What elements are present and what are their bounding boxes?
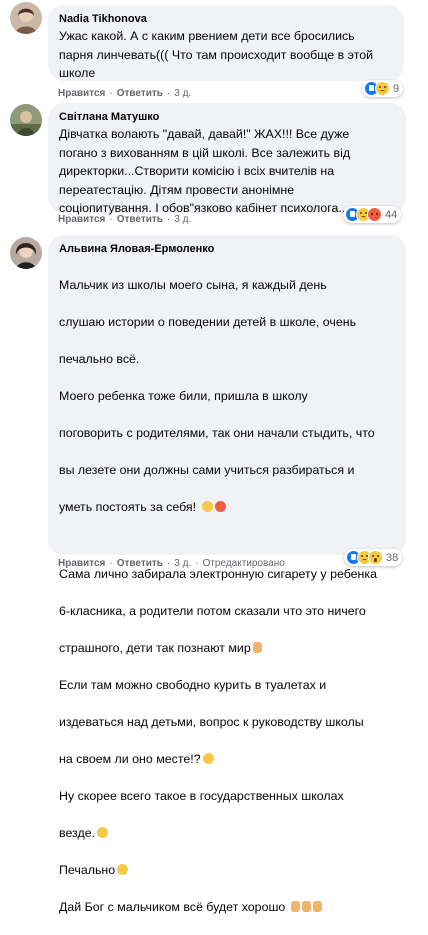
reply-link[interactable]: Ответить xyxy=(117,214,163,225)
reaction-count: 38 xyxy=(386,551,399,564)
text-line: вы лезете они должны сами учиться разбир… xyxy=(59,462,355,477)
comment-text: Ужас какой. А с каким рвением дети все б… xyxy=(59,29,374,80)
comment-actions: Нравится · Ответить · 3 д. · Отредактиро… xyxy=(58,558,285,569)
text-line: Ну скорее всего такое в государственных … xyxy=(59,789,344,803)
text-line: уметь постоять за себя! xyxy=(59,499,200,514)
text-line: Моего ребенка тоже били, пришла в школу xyxy=(59,388,308,403)
separator: · xyxy=(166,214,171,225)
text-line: Дай Бог с мальчиком всё будет хорошо xyxy=(59,900,289,914)
separator: · xyxy=(166,88,171,99)
separator: · xyxy=(109,88,113,99)
comment-author[interactable]: Nadia Tikhonova xyxy=(59,12,394,26)
praying-hands-emoji-icon xyxy=(301,901,311,912)
text-line: печально всё. xyxy=(59,351,140,366)
separator: · xyxy=(195,558,199,569)
comment-author[interactable]: Альвина Яловая-Ермоленко xyxy=(59,242,396,256)
text-line: издеваться над детьми, вопрос к руководс… xyxy=(59,715,364,729)
text-line: Мальчик из школы моего сына, я каждый де… xyxy=(59,277,327,292)
praying-hands-emoji-icon xyxy=(312,901,322,912)
text-line: на своем ли оно месте!? xyxy=(59,752,201,766)
reaction-summary[interactable]: 44 xyxy=(343,206,402,223)
reaction-summary[interactable]: 9 xyxy=(362,80,404,97)
comment-time[interactable]: 3 д. xyxy=(174,88,191,99)
comment-time[interactable]: 3 д. xyxy=(174,214,191,225)
avatar[interactable] xyxy=(10,2,42,34)
angry-face-emoji-icon xyxy=(214,500,226,512)
comment-text: Мальчик из школы моего сына, я каждый де… xyxy=(59,257,396,935)
comment-bubble: Nadia Tikhonova Ужас какой. А с каким рв… xyxy=(48,5,404,81)
separator: · xyxy=(109,214,113,225)
reaction-summary[interactable]: 38 xyxy=(344,549,403,566)
angry-reaction-icon xyxy=(367,207,382,222)
comment-time[interactable]: 3 д. xyxy=(174,558,191,569)
edited-label[interactable]: Отредактировано xyxy=(203,558,285,569)
reaction-count: 9 xyxy=(393,82,400,95)
wow-reaction-icon xyxy=(368,550,383,565)
text-line: 6-класника, а родители потом сказали что… xyxy=(59,604,366,618)
comment-actions: Нравится · Ответить · 3 д. xyxy=(58,88,191,99)
reaction-count: 44 xyxy=(385,208,398,221)
like-link[interactable]: Нравится xyxy=(58,558,105,569)
comment-bubble: Альвина Яловая-Ермоленко Мальчик из школ… xyxy=(48,235,406,914)
separator: · xyxy=(109,558,113,569)
text-line: Если там можно свободно курить в туалета… xyxy=(59,678,327,692)
sad-face-emoji-icon xyxy=(201,500,213,512)
comment-actions: Нравится · Ответить · 3 д. xyxy=(58,214,191,225)
comment-text: Дівчатка волають "давай, давай!" ЖАХ!!! … xyxy=(59,127,351,215)
comment-author[interactable]: Світлана Матушко xyxy=(59,110,396,124)
text-line: слушаю истории о поведении детей в школе… xyxy=(59,314,357,329)
sad-face-emoji-icon xyxy=(97,827,109,838)
text-line: везде. xyxy=(59,826,96,840)
praying-hands-emoji-icon xyxy=(290,901,300,912)
sad-face-emoji-icon xyxy=(117,864,129,875)
like-link[interactable]: Нравится xyxy=(58,88,105,99)
comment-bubble: Світлана Матушко Дівчатка волають "давай… xyxy=(48,103,406,215)
avatar[interactable] xyxy=(10,237,42,269)
reply-link[interactable]: Ответить xyxy=(117,558,163,569)
thinking-face-emoji-icon xyxy=(202,753,214,764)
sad-reaction-icon xyxy=(375,81,390,96)
text-line: поговорить с родителями, так они начали … xyxy=(59,425,375,440)
reply-link[interactable]: Ответить xyxy=(117,88,163,99)
text-line: страшного, дети так познают мир xyxy=(59,641,251,655)
facepalm-emoji-icon xyxy=(252,642,262,653)
text-line: Печально xyxy=(59,863,116,877)
like-link[interactable]: Нравится xyxy=(58,214,105,225)
avatar[interactable] xyxy=(10,104,42,136)
separator: · xyxy=(166,558,171,569)
